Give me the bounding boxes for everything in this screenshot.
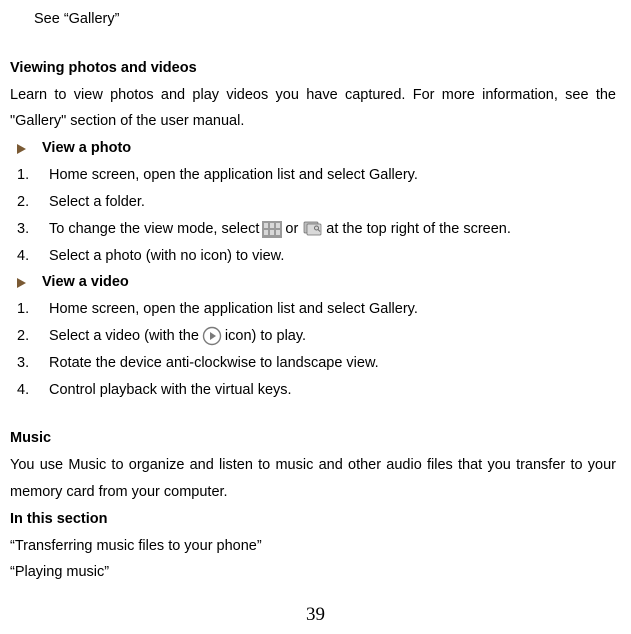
step-text-b: icon) to play. [225,323,306,350]
step-text: Home screen, open the application list a… [49,162,616,189]
photo-step-4: 4. Select a photo (with no icon) to view… [10,243,616,270]
video-step-4: 4. Control playback with the virtual key… [10,377,616,404]
step-text: Rotate the device anti-clockwise to land… [49,350,616,377]
step-text-b: or [285,216,298,243]
video-step-3: 3. Rotate the device anti-clockwise to l… [10,350,616,377]
step-text: Home screen, open the application list a… [49,296,616,323]
video-step-2: 2. Select a video (with the icon) to pla… [10,323,616,350]
music-intro: You use Music to organize and listen to … [10,452,616,506]
grid-view-icon [262,221,282,238]
view-video-bullet: View a video [10,269,616,296]
step-text-c: at the top right of the screen. [326,216,511,243]
music-ref-2: “Playing music” [10,559,616,586]
photo-step-3: 3. To change the view mode, select or [10,216,616,243]
arrow-icon [17,144,26,154]
step-number: 1. [17,296,49,323]
page-number: 39 [0,597,631,632]
step-text: Select a photo (with no icon) to view. [49,243,616,270]
view-video-label: View a video [42,269,129,296]
view-photo-label: View a photo [42,135,131,162]
step-number: 1. [17,162,49,189]
viewing-heading: Viewing photos and videos [10,55,616,82]
arrow-icon [17,278,26,288]
step-number: 2. [17,189,49,216]
viewing-intro: Learn to view photos and play videos you… [10,82,616,136]
music-ref-1: “Transferring music files to your phone” [10,533,616,560]
stack-view-icon [301,221,323,237]
step-text-a: To change the view mode, select [49,216,259,243]
see-gallery-line: See “Gallery” [10,6,616,33]
step-text-a: Select a video (with the [49,323,199,350]
step-number: 4. [17,377,49,404]
step-text: Select a folder. [49,189,616,216]
music-heading: Music [10,425,616,452]
step-number: 4. [17,243,49,270]
step-number: 3. [17,350,49,377]
in-this-section-heading: In this section [10,506,616,533]
photo-step-1: 1. Home screen, open the application lis… [10,162,616,189]
photo-step-2: 2. Select a folder. [10,189,616,216]
video-step-1: 1. Home screen, open the application lis… [10,296,616,323]
view-photo-bullet: View a photo [10,135,616,162]
step-number: 2. [17,323,49,350]
play-icon [202,326,222,346]
step-text: Control playback with the virtual keys. [49,377,616,404]
step-text: To change the view mode, select or at th… [49,216,616,243]
step-number: 3. [17,216,49,243]
step-text: Select a video (with the icon) to play. [49,323,616,350]
